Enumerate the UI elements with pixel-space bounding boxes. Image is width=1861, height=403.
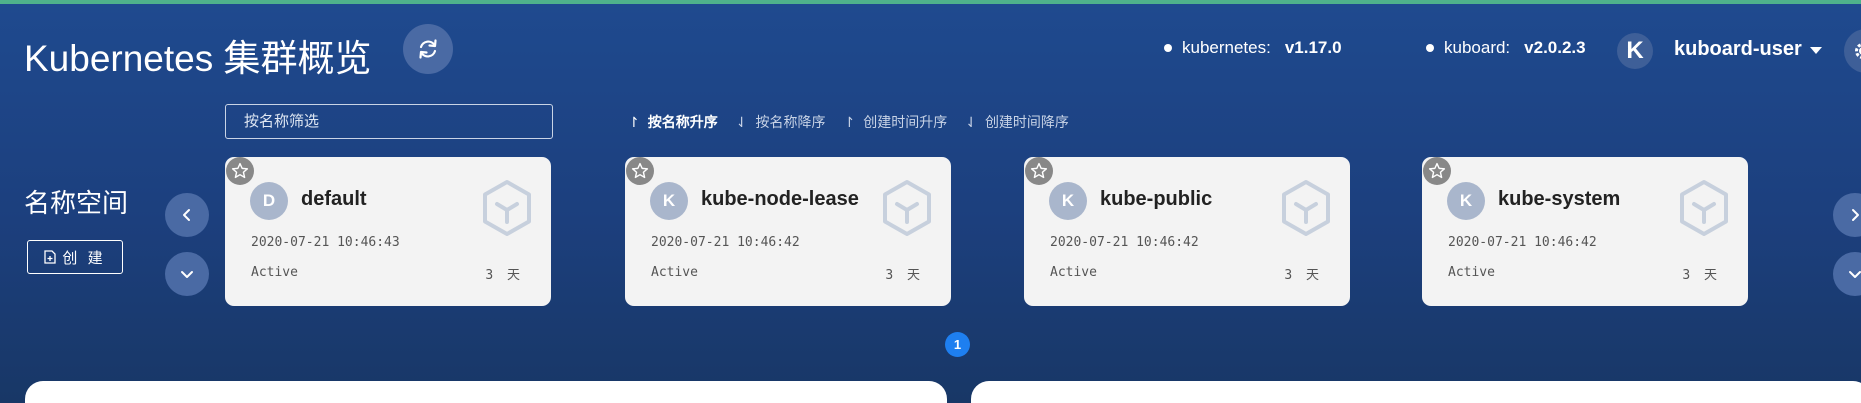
kuboard-version-label: kuboard: bbox=[1444, 38, 1511, 57]
star-icon bbox=[631, 162, 649, 179]
sort-name-desc[interactable]: ⇃ 按名称降序 bbox=[736, 112, 826, 132]
namespace-avatar: D bbox=[250, 182, 288, 220]
namespace-status: Active bbox=[651, 265, 698, 280]
chevron-down-icon bbox=[1849, 271, 1861, 278]
expand-button[interactable] bbox=[1833, 252, 1861, 296]
sort-option-label: 创建时间降序 bbox=[984, 114, 1069, 130]
sort-option-label: 按名称升序 bbox=[647, 114, 718, 130]
sort-asc-icon: ↾ bbox=[628, 113, 640, 130]
favorite-button[interactable] bbox=[1423, 157, 1451, 185]
chevron-left-icon bbox=[183, 209, 190, 221]
namespace-avatar: K bbox=[650, 182, 688, 220]
kuboard-version-value: v2.0.2.3 bbox=[1524, 38, 1586, 57]
refresh-icon bbox=[419, 39, 437, 59]
bottom-panel-left bbox=[25, 381, 947, 403]
favorite-button[interactable] bbox=[226, 157, 254, 185]
favorite-button[interactable] bbox=[626, 157, 654, 185]
namespace-age: 3 天 bbox=[1682, 268, 1720, 283]
namespace-created-time: 2020-07-21 10:46:42 bbox=[651, 235, 800, 250]
avatar[interactable]: K bbox=[1617, 33, 1653, 69]
create-button-label: 创 建 bbox=[62, 249, 106, 267]
namespace-created-time: 2020-07-21 10:46:43 bbox=[251, 235, 400, 250]
sort-option-label: 创建时间升序 bbox=[863, 114, 948, 130]
sort-desc-icon: ⇃ bbox=[735, 113, 748, 130]
star-icon bbox=[1428, 162, 1446, 179]
refresh-button[interactable] bbox=[403, 24, 453, 74]
namespace-status: Active bbox=[251, 265, 298, 280]
namespace-filter-input[interactable] bbox=[225, 104, 553, 139]
create-namespace-button[interactable]: 创 建 bbox=[27, 240, 123, 274]
chevron-right-icon bbox=[1852, 209, 1859, 221]
namespace-name[interactable]: kube-node-lease bbox=[701, 188, 859, 211]
namespace-name[interactable]: kube-public bbox=[1100, 188, 1212, 211]
file-add-icon bbox=[44, 250, 57, 264]
top-accent-line bbox=[0, 0, 1861, 4]
namespace-card-kube-system[interactable]: K kube-system 2020-07-21 10:46:42 Active… bbox=[1422, 157, 1748, 306]
namespace-status: Active bbox=[1448, 265, 1495, 280]
namespace-card-default[interactable]: D default 2020-07-21 10:46:43 Active 3 天 bbox=[225, 157, 551, 306]
sort-options: ↾ 按名称升序 ⇃ 按名称降序 ↾ 创建时间升序 ⇃ 创建时间降序 bbox=[628, 112, 1069, 132]
bullet-dot bbox=[1164, 44, 1172, 52]
namespace-age: 3 天 bbox=[1284, 268, 1322, 283]
namespace-created-time: 2020-07-21 10:46:42 bbox=[1448, 235, 1597, 250]
namespace-created-time: 2020-07-21 10:46:42 bbox=[1050, 235, 1199, 250]
sort-desc-icon: ⇃ bbox=[965, 113, 977, 130]
kubernetes-version-value: v1.17.0 bbox=[1284, 38, 1342, 57]
namespace-age: 3 天 bbox=[485, 268, 523, 283]
kubernetes-version: kubernetes: v1.17.0 bbox=[1164, 38, 1342, 58]
namespace-cube-icon bbox=[483, 180, 531, 236]
sort-option-label: 按名称降序 bbox=[755, 114, 826, 130]
favorite-button[interactable] bbox=[1025, 157, 1053, 185]
kuboard-version: kuboard: v2.0.2.3 bbox=[1426, 38, 1586, 58]
namespace-card-kube-node-lease[interactable]: K kube-node-lease 2020-07-21 10:46:42 Ac… bbox=[625, 157, 951, 306]
user-menu[interactable]: kuboard-user bbox=[1674, 38, 1802, 61]
namespace-avatar: K bbox=[1049, 182, 1087, 220]
chevron-down-icon bbox=[181, 271, 193, 278]
settings-button[interactable] bbox=[1844, 29, 1861, 73]
page-title: Kubernetes 集群概览 bbox=[24, 38, 372, 79]
bottom-panel-right bbox=[971, 381, 1861, 403]
collapse-button[interactable] bbox=[165, 252, 209, 296]
kubernetes-version-label: kubernetes: bbox=[1182, 38, 1271, 57]
gear-icon bbox=[1855, 43, 1861, 59]
star-icon bbox=[231, 162, 249, 179]
sort-created-asc[interactable]: ↾ 创建时间升序 bbox=[843, 112, 947, 132]
sort-asc-icon: ↾ bbox=[843, 113, 856, 130]
namespace-cube-icon bbox=[1680, 180, 1728, 236]
namespace-section-title: 名称空间 bbox=[24, 188, 129, 218]
star-icon bbox=[1030, 162, 1048, 179]
namespace-name[interactable]: kube-system bbox=[1498, 188, 1620, 211]
namespace-name[interactable]: default bbox=[301, 188, 367, 211]
namespace-avatar: K bbox=[1447, 182, 1485, 220]
sort-name-asc[interactable]: ↾ 按名称升序 bbox=[628, 112, 718, 132]
next-page-button[interactable] bbox=[1833, 193, 1861, 237]
sort-created-desc[interactable]: ⇃ 创建时间降序 bbox=[965, 112, 1069, 132]
pagination-current-page[interactable]: 1 bbox=[945, 332, 970, 357]
caret-down-icon[interactable] bbox=[1810, 47, 1822, 54]
namespace-cube-icon bbox=[1282, 180, 1330, 236]
namespace-age: 3 天 bbox=[885, 268, 923, 283]
namespace-cube-icon bbox=[883, 180, 931, 236]
namespace-status: Active bbox=[1050, 265, 1097, 280]
namespace-card-kube-public[interactable]: K kube-public 2020-07-21 10:46:42 Active… bbox=[1024, 157, 1350, 306]
prev-page-button[interactable] bbox=[165, 193, 209, 237]
bullet-dot bbox=[1426, 44, 1434, 52]
